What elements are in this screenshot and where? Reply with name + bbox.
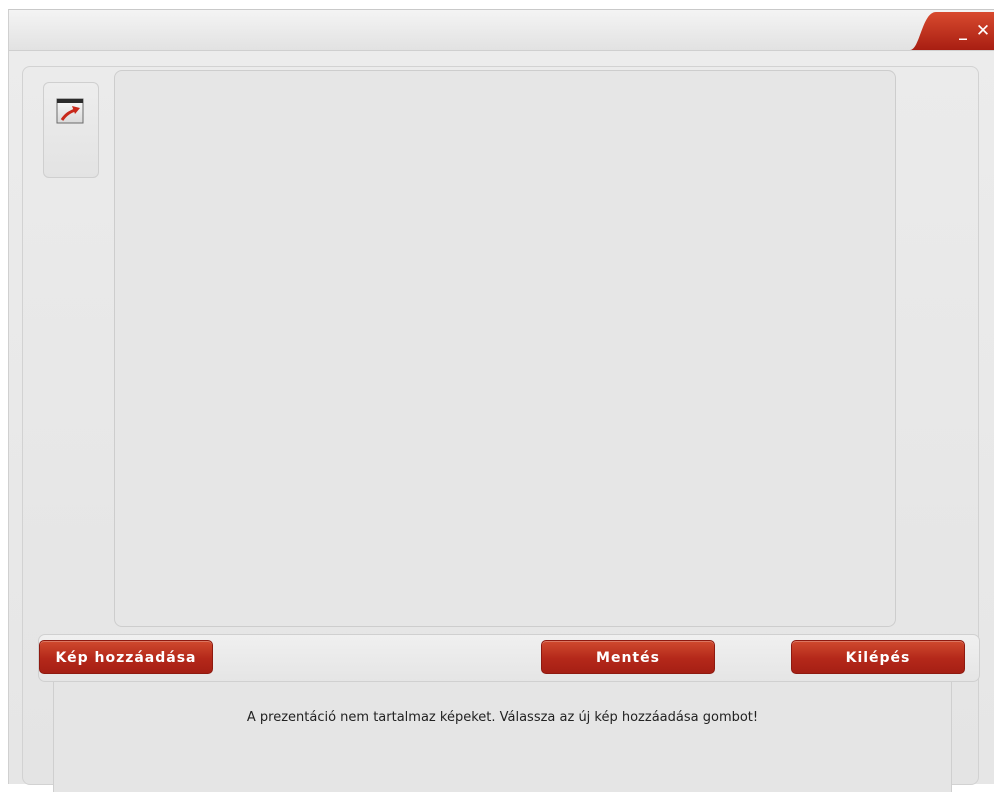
empty-presentation-message: A prezentáció nem tartalmaz képeket. Vál…	[246, 710, 759, 725]
image-preview-area	[114, 70, 896, 627]
action-toolbar: Kép hozzáadása Mentés Kilépés	[38, 634, 980, 682]
message-panel: A prezentáció nem tartalmaz képeket. Vál…	[53, 682, 952, 792]
minimize-button[interactable]: _	[954, 20, 972, 42]
window-controls: _ ✕	[910, 10, 994, 50]
close-button[interactable]: ✕	[974, 20, 992, 42]
exit-button[interactable]: Kilépés	[791, 640, 965, 674]
thumbnail-panel	[43, 82, 99, 178]
save-button[interactable]: Mentés	[541, 640, 715, 674]
app-window: _ ✕ Kép hozzáadása Mentés Kilépés A prez…	[8, 9, 994, 792]
export-arrow-icon[interactable]	[54, 96, 86, 126]
main-content-panel: Kép hozzáadása Mentés Kilépés A prezentá…	[22, 66, 980, 792]
title-bar: _ ✕	[9, 10, 994, 51]
add-image-button[interactable]: Kép hozzáadása	[39, 640, 213, 674]
